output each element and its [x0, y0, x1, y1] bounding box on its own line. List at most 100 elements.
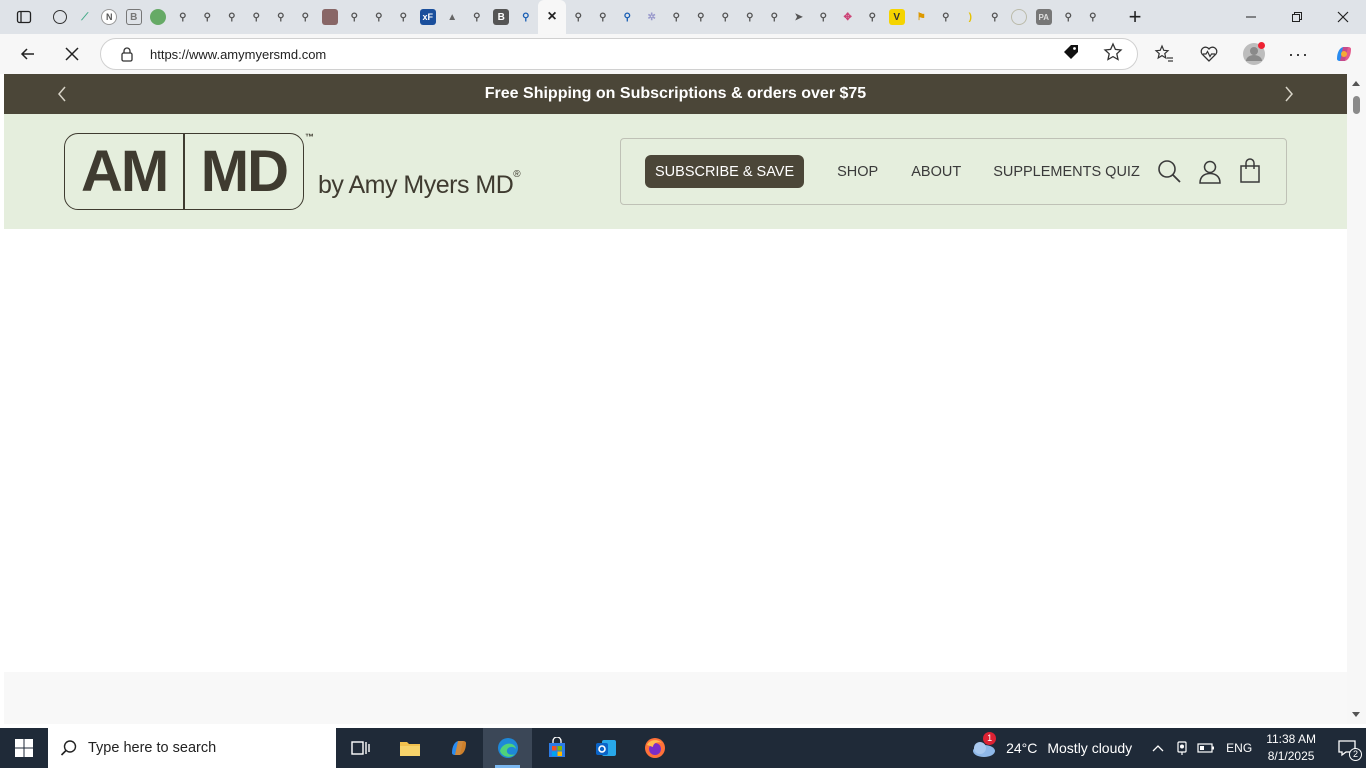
tab[interactable]: ⚲	[591, 0, 616, 34]
globe-icon	[1011, 9, 1028, 25]
taskbar-search[interactable]: Type here to search	[48, 728, 336, 768]
shopping-tag-icon[interactable]	[1061, 42, 1081, 67]
tab[interactable]: B	[122, 0, 147, 34]
tab[interactable]: ⟋	[73, 0, 98, 34]
cart-bag-icon[interactable]	[1237, 158, 1263, 184]
minimize-button[interactable]	[1228, 0, 1274, 34]
tab[interactable]: ⚲	[1056, 0, 1081, 34]
promo-next-button[interactable]	[1279, 84, 1299, 104]
scrollbar-thumb[interactable]	[1353, 96, 1360, 114]
search-icon[interactable]	[1156, 158, 1182, 184]
task-view-button[interactable]	[336, 728, 385, 768]
tab[interactable]: ⚲	[664, 0, 689, 34]
tab[interactable]	[48, 0, 73, 34]
tab[interactable]: B	[489, 0, 514, 34]
promo-text[interactable]: Free Shipping on Subscriptions & orders …	[485, 85, 866, 103]
tab[interactable]: ⚑	[909, 0, 934, 34]
tab[interactable]: ⚲	[983, 0, 1008, 34]
tab[interactable]: V	[885, 0, 910, 34]
language-indicator[interactable]: ENG	[1226, 741, 1252, 755]
address-bar[interactable]: https://www.amymyersmd.com	[100, 38, 1138, 70]
tab[interactable]: xF	[416, 0, 441, 34]
taskbar-edge[interactable]	[483, 728, 532, 768]
subscribe-save-button[interactable]: SUBSCRIBE & SAVE	[645, 155, 805, 188]
tab[interactable]: ✲	[640, 0, 665, 34]
taskbar-outlook[interactable]	[581, 728, 630, 768]
tab[interactable]: PA	[1032, 0, 1057, 34]
nav-shop-link[interactable]: SHOP	[837, 164, 878, 180]
firefox-icon	[644, 738, 665, 758]
browser-essentials-button[interactable]	[1186, 34, 1231, 74]
tab-active[interactable]: ×	[538, 0, 566, 34]
tab[interactable]: ⚲	[934, 0, 959, 34]
tab[interactable]: ➤	[787, 0, 812, 34]
tab[interactable]: ⚲	[269, 0, 294, 34]
nav-about-link[interactable]: ABOUT	[911, 164, 961, 180]
url-text[interactable]: https://www.amymyersmd.com	[150, 47, 326, 62]
tab[interactable]: ⚲	[465, 0, 490, 34]
taskbar-file-explorer[interactable]	[385, 728, 434, 768]
tab[interactable]: ⚲	[615, 0, 640, 34]
tab[interactable]: ⚲	[1081, 0, 1106, 34]
tab[interactable]: ⚲	[342, 0, 367, 34]
castle-icon	[321, 9, 338, 25]
tab[interactable]: ⚲	[220, 0, 245, 34]
search-icon: ⚲	[375, 11, 383, 23]
taskbar-copilot[interactable]	[434, 728, 483, 768]
scroll-down-arrow-icon[interactable]	[1350, 709, 1362, 721]
account-icon[interactable]	[1197, 158, 1223, 184]
tab[interactable]: ⚲	[171, 0, 196, 34]
stop-loading-button[interactable]	[54, 38, 90, 70]
settings-more-button[interactable]: ···	[1276, 34, 1321, 74]
scroll-up-arrow-icon[interactable]	[1350, 77, 1362, 89]
toolbar-right: ···	[1141, 34, 1366, 74]
new-tab-button[interactable]: +	[1117, 0, 1153, 34]
tab[interactable]: ⚲	[738, 0, 763, 34]
favorites-button[interactable]	[1141, 34, 1186, 74]
show-hidden-icons-button[interactable]	[1146, 728, 1170, 768]
promo-prev-button[interactable]	[52, 84, 72, 104]
tab[interactable]: ⚲	[195, 0, 220, 34]
tab[interactable]: ⚲	[293, 0, 318, 34]
favorite-star-icon[interactable]	[1103, 41, 1123, 67]
nav-quiz-link[interactable]: SUPPLEMENTS QUIZ	[993, 164, 1140, 180]
windows-taskbar: Type here to search 1 24°C Mostly cloudy…	[0, 728, 1366, 768]
profile-button[interactable]	[1231, 34, 1276, 74]
tab[interactable]: ⚲	[391, 0, 416, 34]
tab-actions-button[interactable]	[0, 0, 48, 34]
close-window-button[interactable]	[1320, 0, 1366, 34]
tab[interactable]: ✥	[836, 0, 861, 34]
tab[interactable]: ⚲	[860, 0, 885, 34]
site-info-icon[interactable]	[117, 46, 137, 62]
restore-button[interactable]	[1274, 0, 1320, 34]
page-scrollbar[interactable]	[1347, 74, 1366, 724]
system-clock[interactable]: 11:38 AM 8/1/2025	[1266, 731, 1316, 765]
tab[interactable]	[1007, 0, 1032, 34]
tab[interactable]: ⚲	[367, 0, 392, 34]
network-icon[interactable]	[1170, 728, 1194, 768]
taskbar-search-placeholder[interactable]: Type here to search	[88, 740, 216, 756]
tab[interactable]: )	[958, 0, 983, 34]
tab[interactable]: ⚲	[713, 0, 738, 34]
page-viewport: Free Shipping on Subscriptions & orders …	[4, 74, 1347, 724]
tab[interactable]: N	[97, 0, 122, 34]
start-button[interactable]	[0, 728, 48, 768]
close-icon[interactable]: ×	[544, 8, 560, 25]
battery-icon[interactable]	[1194, 728, 1218, 768]
weather-widget[interactable]: 1 24°C Mostly cloudy	[970, 732, 1132, 758]
taskbar-microsoft-store[interactable]	[532, 728, 581, 768]
site-logo[interactable]: AM MD ™ by Amy Myers MD®	[64, 132, 521, 210]
tab[interactable]: ⚲	[514, 0, 539, 34]
tab[interactable]	[318, 0, 343, 34]
back-button[interactable]	[10, 38, 46, 70]
tab[interactable]: ⚲	[566, 0, 591, 34]
taskbar-firefox[interactable]	[630, 728, 679, 768]
tab[interactable]: ⚲	[762, 0, 787, 34]
tab[interactable]	[146, 0, 171, 34]
copilot-button[interactable]	[1321, 34, 1366, 74]
notification-center-button[interactable]: 2	[1328, 728, 1366, 768]
tab[interactable]: ⚲	[244, 0, 269, 34]
tab[interactable]: ⚲	[689, 0, 714, 34]
tab[interactable]: ⚲	[811, 0, 836, 34]
tab[interactable]: ▲	[440, 0, 465, 34]
